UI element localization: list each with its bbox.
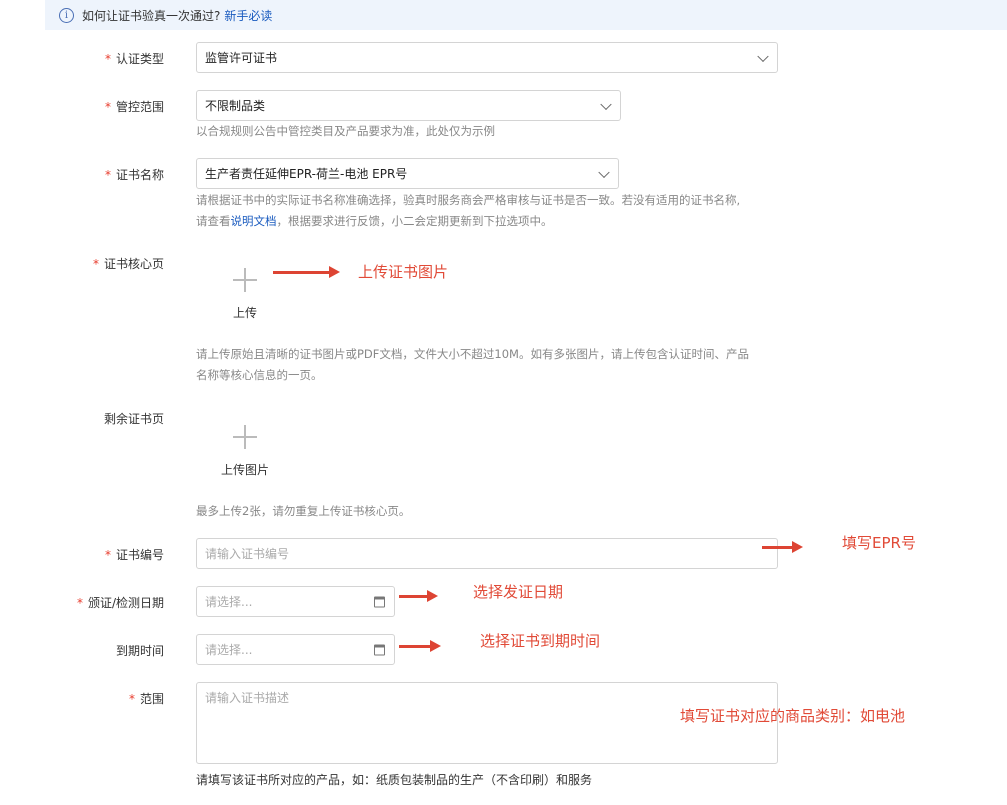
annotation-epr: 填写EPR号 bbox=[842, 534, 916, 552]
chevron-down-icon bbox=[757, 50, 769, 62]
annotation-upload: 上传证书图片 bbox=[358, 263, 449, 281]
chevron-down-icon bbox=[598, 166, 610, 178]
issue-date-label: * 颁证/检测日期 bbox=[76, 596, 164, 610]
annotation-expire: 选择证书到期时间 bbox=[480, 632, 601, 650]
calendar-icon bbox=[374, 596, 385, 607]
issue-date-picker[interactable]: 请选择... bbox=[196, 586, 395, 617]
control-scope-value: 不限制品类 bbox=[205, 99, 266, 113]
other-pages-label: 剩余证书页 bbox=[103, 412, 164, 426]
beginner-guide-link[interactable]: 新手必读 bbox=[224, 7, 272, 24]
core-page-hint: 请上传原始且清晰的证书图片或PDF文档，文件大小不超过10M。如有多张图片，请上… bbox=[196, 347, 749, 382]
core-page-label: * 证书核心页 bbox=[92, 257, 164, 271]
scope-hint: 请填写该证书所对应的产品，如：纸质包装制品的生产（不含印刷）和服务 bbox=[196, 773, 593, 787]
control-scope-hint: 以合规规则公告中管控类目及产品要求为准，此处仅为示例 bbox=[196, 124, 495, 138]
other-upload-label: 上传图片 bbox=[220, 463, 269, 477]
arrow-right-icon bbox=[273, 266, 340, 278]
cert-number-input[interactable]: 请输入证书编号 bbox=[196, 538, 778, 569]
plus-icon bbox=[233, 425, 257, 449]
cert-type-label: * 认证类型 bbox=[104, 52, 164, 66]
plus-icon bbox=[233, 268, 257, 292]
calendar-icon bbox=[374, 644, 385, 655]
cert-name-value: 生产者责任延伸EPR-荷兰-电池 EPR号 bbox=[205, 167, 408, 181]
annotation-issue: 选择发证日期 bbox=[473, 583, 564, 601]
info-banner: i 如何让证书验真一次通过? 新手必读 bbox=[45, 0, 1007, 30]
arrow-right-icon bbox=[762, 541, 803, 553]
chevron-down-icon bbox=[600, 98, 612, 110]
cert-name-hint: 请根据证书中的实际证书名称准确选择，验真时服务商会严格审核与证书是否一致。若没有… bbox=[196, 193, 741, 228]
expire-date-picker[interactable]: 请选择... bbox=[196, 634, 395, 665]
cert-name-select[interactable]: 生产者责任延伸EPR-荷兰-电池 EPR号 bbox=[196, 158, 619, 189]
arrow-right-icon bbox=[399, 640, 441, 652]
cert-number-label: * 证书编号 bbox=[104, 548, 164, 562]
cert-name-label: * 证书名称 bbox=[104, 168, 164, 182]
annotation-scope: 填写证书对应的商品类别：如电池 bbox=[680, 707, 906, 725]
expire-date-label: 到期时间 bbox=[115, 644, 164, 658]
banner-text: 如何让证书验真一次通过? bbox=[82, 8, 221, 23]
core-page-upload[interactable]: 上传 bbox=[215, 268, 275, 321]
cert-type-select[interactable]: 监管许可证书 bbox=[196, 42, 778, 73]
other-pages-upload[interactable]: 上传图片 bbox=[210, 425, 280, 478]
cert-type-value: 监管许可证书 bbox=[205, 51, 278, 65]
other-pages-hint: 最多上传2张，请勿重复上传证书核心页。 bbox=[196, 504, 411, 518]
doc-link[interactable]: 说明文档 bbox=[231, 214, 277, 228]
scope-label: * 范围 bbox=[128, 692, 164, 706]
core-upload-label: 上传 bbox=[232, 306, 257, 320]
control-scope-label: * 管控范围 bbox=[104, 100, 164, 114]
info-icon: i bbox=[59, 7, 74, 23]
control-scope-select[interactable]: 不限制品类 bbox=[196, 90, 621, 121]
arrow-right-icon bbox=[399, 590, 438, 602]
